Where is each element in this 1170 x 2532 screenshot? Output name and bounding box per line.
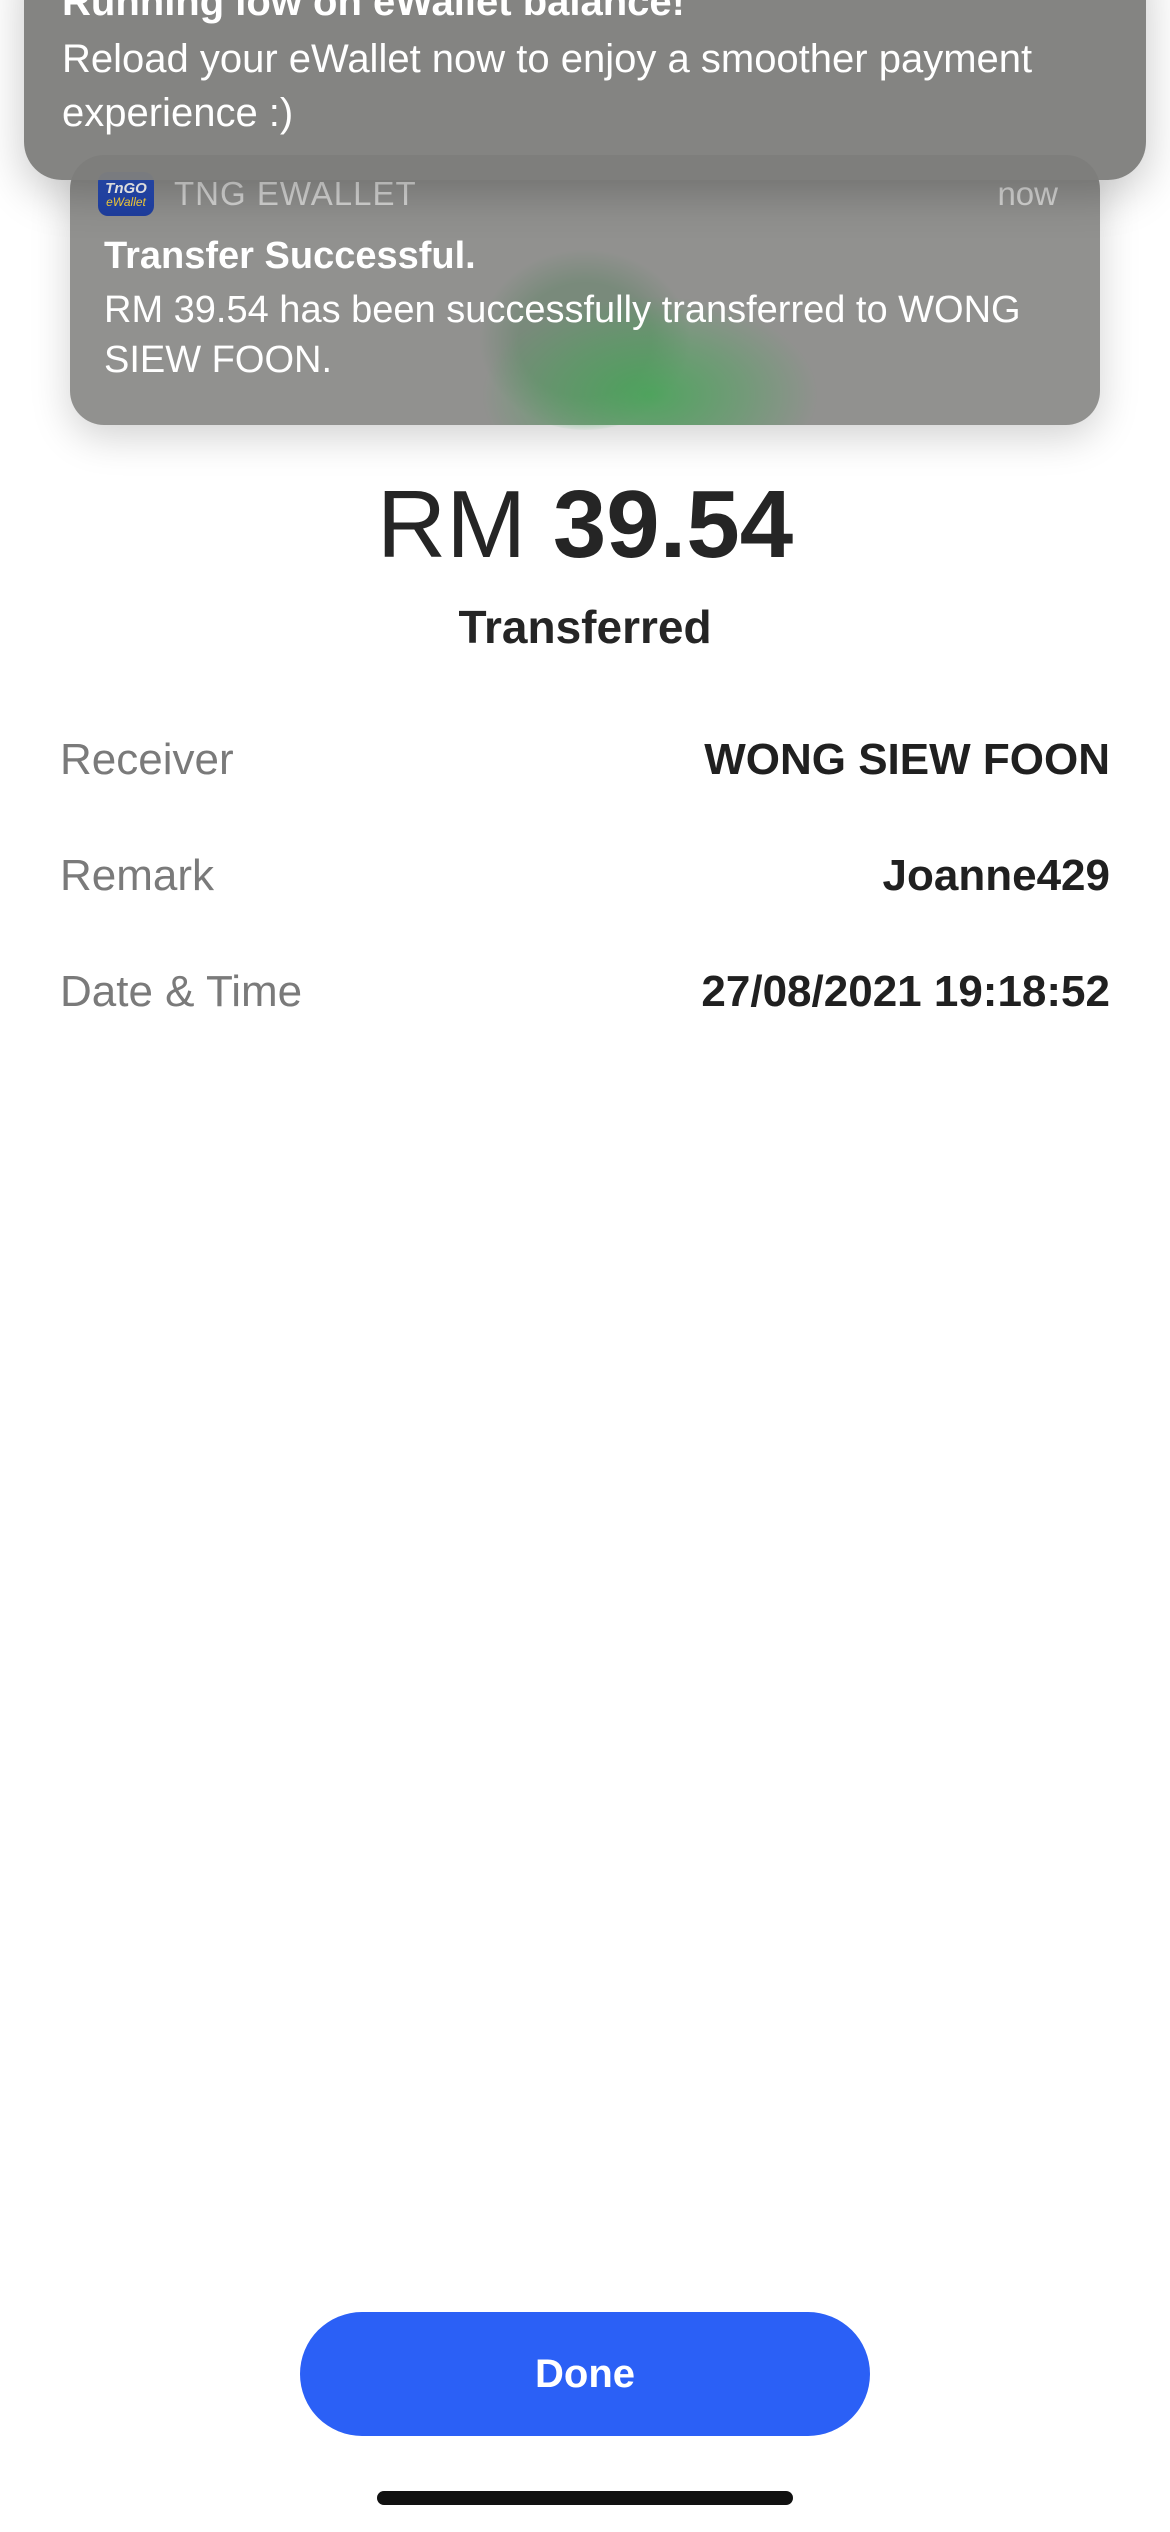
- detail-row-remark: Remark Joanne429: [60, 846, 1110, 906]
- detail-row-datetime: Date & Time 27/08/2021 19:18:52: [60, 962, 1110, 1022]
- home-indicator[interactable]: [377, 2491, 793, 2505]
- notification-title: Transfer Successful.: [104, 235, 476, 277]
- transfer-amount: RM 39.54: [0, 470, 1170, 580]
- remark-value: Joanne429: [882, 851, 1110, 900]
- receiver-label: Receiver: [60, 735, 234, 784]
- notification-body: Reload your eWallet now to enjoy a smoot…: [62, 37, 1033, 135]
- notification-app-name: TNG EWALLET: [174, 175, 417, 212]
- notification-transfer-successful[interactable]: TnGO eWallet TNG EWALLET now Transfer Su…: [70, 155, 1100, 425]
- notification-title: Running low on eWallet balance!: [62, 0, 685, 24]
- notification-body: RM 39.54 has been successfully transferr…: [104, 289, 1021, 381]
- transfer-result-screen: TnGO eWallet TNG EWALLET now Transfer Su…: [0, 0, 1170, 2532]
- notification-time: now: [997, 175, 1058, 212]
- remark-label: Remark: [60, 851, 215, 900]
- detail-row-receiver: Receiver WONG SIEW FOON: [60, 730, 1110, 790]
- app-icon-text-bottom: eWallet: [106, 194, 146, 209]
- done-button[interactable]: Done: [300, 2312, 870, 2436]
- datetime-value: 27/08/2021 19:18:52: [701, 967, 1110, 1016]
- datetime-label: Date & Time: [60, 967, 303, 1016]
- transfer-status: Transferred: [458, 601, 712, 653]
- notification-low-balance[interactable]: Running low on eWallet balance! Reload y…: [24, 0, 1146, 180]
- receiver-value: WONG SIEW FOON: [704, 735, 1110, 784]
- amount-currency: RM: [376, 471, 527, 578]
- app-icon-text-top: TnGO: [105, 179, 147, 197]
- amount-value: 39.54: [552, 471, 794, 578]
